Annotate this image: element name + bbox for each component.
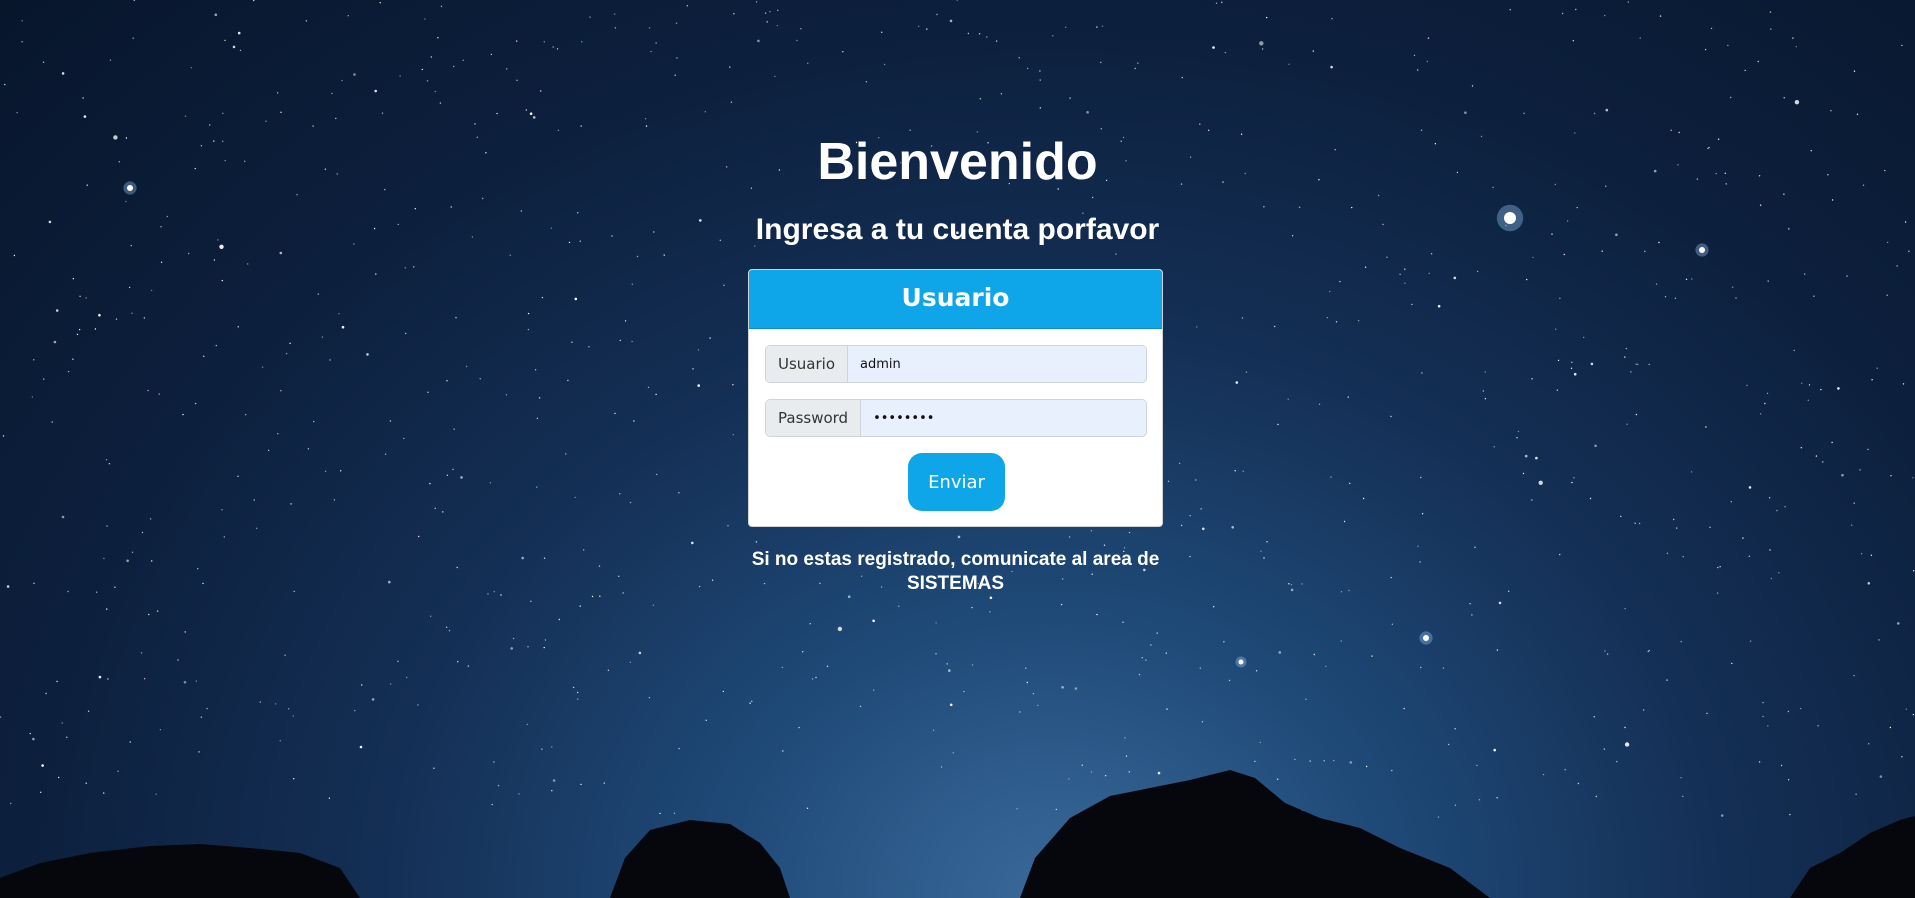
password-input-group: Password xyxy=(765,399,1147,437)
submit-button[interactable]: Enviar xyxy=(908,453,1005,511)
password-input[interactable] xyxy=(861,400,1146,436)
username-input[interactable] xyxy=(848,346,1146,382)
password-label: Password xyxy=(766,400,862,436)
page-title: Bienvenido xyxy=(817,133,1098,191)
username-label: Usuario xyxy=(766,346,849,382)
username-input-group: Usuario xyxy=(765,345,1147,383)
page-content: Bienvenido Ingresa a tu cuenta porfavor … xyxy=(0,0,1915,898)
registration-note: Si no estas registrado, comunicate al ar… xyxy=(751,549,1160,594)
login-card: Usuario Usuario Password Enviar xyxy=(748,269,1163,527)
card-header: Usuario xyxy=(749,270,1162,329)
page-subtitle: Ingresa a tu cuenta porfavor xyxy=(755,213,1160,246)
